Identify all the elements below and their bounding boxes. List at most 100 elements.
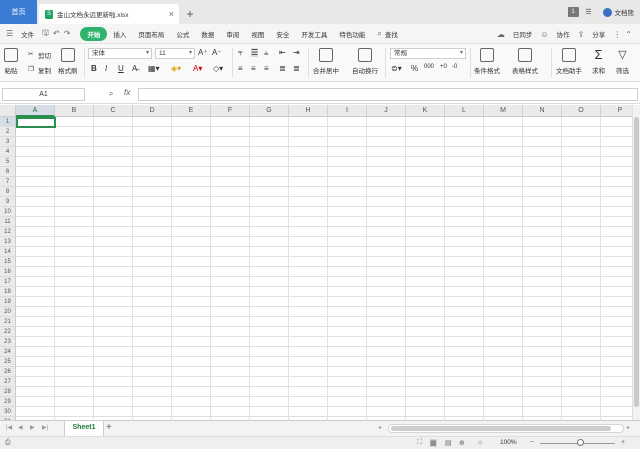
hamburger-icon[interactable]: ☰	[4, 29, 15, 38]
menu-data[interactable]: 数据	[195, 29, 220, 39]
first-sheet-icon[interactable]: |◀	[6, 424, 12, 431]
indent-right-icon[interactable]: ⇥	[293, 48, 300, 57]
row-header[interactable]: 13	[0, 237, 16, 247]
underline-button[interactable]: U	[118, 64, 124, 73]
row-header[interactable]: 9	[0, 197, 16, 207]
menu-page-layout[interactable]: 页面布局	[132, 29, 170, 39]
share-button[interactable]: 分享	[586, 29, 611, 39]
column-header[interactable]: A	[16, 105, 55, 117]
horizontal-scroll-thumb[interactable]	[391, 426, 611, 431]
decrease-font-icon[interactable]: A⁻	[212, 48, 222, 57]
row-header[interactable]: 7	[0, 177, 16, 187]
column-header[interactable]: P	[601, 105, 632, 117]
menu-view[interactable]: 视图	[245, 29, 270, 39]
align-center-icon[interactable]: ≡	[251, 64, 256, 73]
row-header[interactable]: 20	[0, 307, 16, 317]
sync-status[interactable]: 已同步	[507, 29, 539, 39]
conditional-format-button[interactable]: 条件格式	[474, 48, 500, 75]
horizontal-scrollbar[interactable]	[388, 424, 624, 433]
column-header[interactable]: B	[55, 105, 94, 117]
copy-button[interactable]: 复制	[38, 65, 51, 75]
menu-review[interactable]: 审阅	[220, 29, 245, 39]
menu-home[interactable]: 开始	[80, 26, 108, 41]
align-top-icon[interactable]: ⫧	[238, 48, 243, 58]
wrap-text-button[interactable]: 自动换行	[352, 48, 378, 75]
row-header[interactable]: 29	[0, 397, 16, 407]
distributed-icon[interactable]: ≣	[293, 64, 300, 73]
menu-security[interactable]: 安全	[270, 29, 295, 39]
row-header[interactable]: 15	[0, 257, 16, 267]
zoom-slider-handle[interactable]	[577, 439, 584, 446]
row-header[interactable]: 1	[0, 117, 16, 127]
next-sheet-icon[interactable]: ▶	[30, 424, 35, 431]
column-header[interactable]: I	[328, 105, 367, 117]
row-header[interactable]: 12	[0, 227, 16, 237]
row-header[interactable]: 16	[0, 267, 16, 277]
avatar[interactable]	[602, 7, 612, 17]
zoom-in-icon[interactable]: +	[621, 439, 625, 446]
name-box[interactable]: A1	[2, 88, 85, 101]
last-sheet-icon[interactable]: ▶|	[42, 424, 48, 431]
home-tab[interactable]: 首页	[0, 0, 37, 24]
row-header[interactable]: 26	[0, 367, 16, 377]
sum-button[interactable]: Σ 求和	[592, 48, 605, 76]
row-header[interactable]: 25	[0, 357, 16, 367]
filter-button[interactable]: ▽ 筛选	[616, 48, 629, 75]
row-header[interactable]: 18	[0, 287, 16, 297]
menu-developer[interactable]: 开发工具	[295, 29, 333, 39]
macro-icon[interactable]: ⎙	[5, 439, 11, 447]
menu-formulas[interactable]: 公式	[170, 29, 195, 39]
row-header[interactable]: 28	[0, 387, 16, 397]
row-header[interactable]: 6	[0, 167, 16, 177]
add-sheet-button[interactable]: +	[106, 422, 112, 433]
formula-input[interactable]	[138, 88, 638, 101]
chevron-up-icon[interactable]: ⌃	[623, 30, 634, 39]
column-header[interactable]: G	[250, 105, 289, 117]
increase-font-icon[interactable]: A⁺	[198, 48, 208, 57]
format-painter-button[interactable]: 格式刷	[58, 48, 78, 75]
prev-sheet-icon[interactable]: ◀	[18, 424, 23, 431]
thousands-icon[interactable]: 000	[424, 64, 434, 70]
row-header[interactable]: 10	[0, 207, 16, 217]
row-header[interactable]: 23	[0, 337, 16, 347]
new-tab-button[interactable]: +	[179, 4, 201, 24]
sheet-tab[interactable]: Sheet1	[64, 421, 104, 436]
font-color-icon[interactable]: A▾	[193, 64, 202, 73]
column-header[interactable]: H	[289, 105, 328, 117]
select-all-corner[interactable]	[0, 105, 16, 117]
active-cell[interactable]	[16, 117, 56, 128]
number-format-select[interactable]: 常规	[390, 48, 466, 59]
row-header[interactable]: 4	[0, 147, 16, 157]
row-header[interactable]: 5	[0, 157, 16, 167]
column-header[interactable]: D	[133, 105, 172, 117]
increase-decimal-icon[interactable]: +0	[440, 64, 447, 70]
vertical-scroll-thumb[interactable]	[634, 117, 639, 407]
strikethrough-icon[interactable]: A̶	[132, 64, 137, 73]
collaborate-button[interactable]: 协作	[551, 29, 576, 39]
row-header[interactable]: 11	[0, 217, 16, 227]
column-header[interactable]: N	[523, 105, 562, 117]
align-middle-icon[interactable]: ☰	[251, 48, 259, 57]
undo-icon[interactable]: ↶	[51, 29, 62, 38]
column-header[interactable]: L	[445, 105, 484, 117]
justify-icon[interactable]: ≣	[279, 64, 286, 73]
paste-button[interactable]: 粘贴	[4, 48, 18, 75]
fullscreen-icon[interactable]: ⛶	[417, 439, 422, 447]
clear-format-icon[interactable]: ◇▾	[213, 64, 223, 73]
fill-color-icon[interactable]: ◈▾	[171, 64, 181, 73]
row-header[interactable]: 3	[0, 137, 16, 147]
more-icon[interactable]: ⋮	[611, 30, 623, 39]
column-header[interactable]: K	[406, 105, 445, 117]
save-icon[interactable]: 🖫	[40, 27, 51, 41]
zoom-out-icon[interactable]: −	[530, 439, 534, 446]
border-icon[interactable]: ▦▾	[148, 64, 160, 73]
align-bottom-icon[interactable]: ⫨	[264, 48, 269, 58]
currency-icon[interactable]: ⊜▾	[391, 64, 402, 73]
row-header[interactable]: 21	[0, 317, 16, 327]
percent-button[interactable]: %	[411, 64, 418, 73]
font-family-select[interactable]: 宋体	[88, 48, 152, 59]
row-header[interactable]: 19	[0, 297, 16, 307]
menu-icon[interactable]: ☰	[583, 6, 595, 18]
column-header[interactable]: C	[94, 105, 133, 117]
row-header[interactable]: 14	[0, 247, 16, 257]
